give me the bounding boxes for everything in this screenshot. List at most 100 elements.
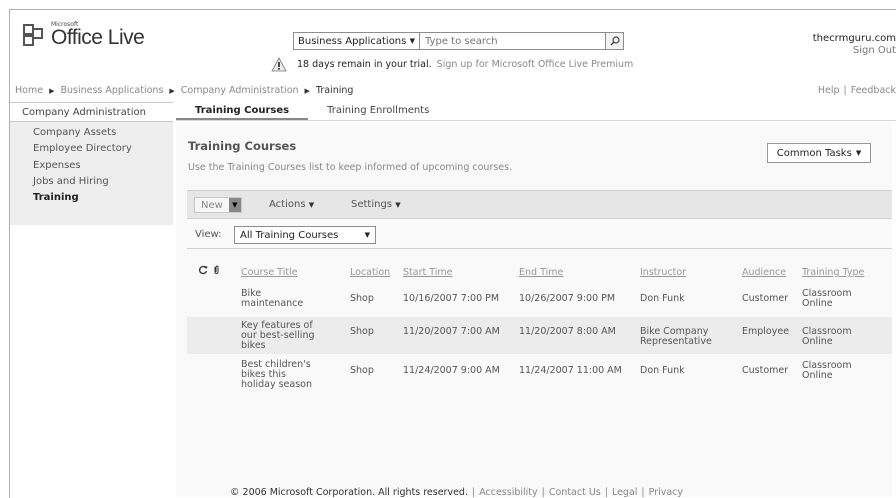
col-course-title[interactable]: Course Title (241, 268, 298, 278)
page-title: Training Courses (188, 139, 297, 153)
breadcrumb-current: Training (315, 85, 354, 96)
tab-training-courses[interactable]: Training Courses (176, 102, 309, 120)
footer-link-privacy[interactable]: Privacy (649, 487, 683, 498)
table-header-row: Course Title Location Start Time End Tim… (187, 258, 892, 278)
refresh-icon[interactable] (198, 265, 208, 275)
new-label: New (201, 199, 223, 211)
end-time: 10/26/2007 9:00 PM (519, 293, 616, 304)
dropdown-arrow-icon: ▼ (395, 201, 401, 209)
breadcrumb-company-administration[interactable]: Company Administration (181, 85, 299, 96)
dropdown-arrow-icon: ▼ (409, 37, 415, 45)
view-bar: View: All Training Courses ▼ (187, 220, 892, 249)
logo-small-text: Microsoft (51, 21, 79, 28)
end-time: 11/24/2007 11:00 AM (519, 365, 622, 376)
training-type: Classroom Online (802, 288, 852, 309)
course-title[interactable]: Bike maintenance (241, 289, 303, 309)
attachment-icon (214, 265, 219, 274)
breadcrumb-business-applications[interactable]: Business Applications (60, 85, 163, 96)
audience: Customer (742, 365, 789, 376)
course-title[interactable]: Best children's bikes this holiday season (241, 360, 312, 390)
location: Shop (350, 293, 374, 304)
search-input[interactable] (420, 32, 606, 50)
tab-bar: Training Courses Training Enrollments (176, 102, 896, 121)
training-type: Classroom Online (802, 326, 852, 347)
trial-notice: 18 days remain in your trial. Sign up fo… (271, 57, 633, 72)
breadcrumb: Home ▶ Business Applications ▶ Company A… (15, 85, 353, 96)
copyright-text: © 2006 Microsoft Corporation. All rights… (230, 487, 468, 498)
left-nav: Company Administration Company Assets Em… (10, 102, 173, 225)
new-dropdown-arrow-icon[interactable]: ▼ (228, 198, 241, 212)
col-audience[interactable]: Audience (742, 268, 786, 278)
actions-label: Actions (269, 199, 306, 210)
col-end-time[interactable]: End Time (519, 268, 563, 278)
start-time: 11/24/2007 9:00 AM (403, 365, 500, 376)
top-links: Help | Feedback (817, 85, 896, 96)
view-label: View: (195, 229, 222, 240)
settings-label: Settings (351, 199, 393, 210)
nav-item-expenses[interactable]: Expenses (10, 158, 173, 174)
feedback-link[interactable]: Feedback (851, 85, 896, 96)
course-title[interactable]: Key features of our best-selling bikes (241, 321, 315, 351)
trial-signup-link[interactable]: Sign up for Microsoft Office Live Premiu… (437, 59, 634, 70)
breadcrumb-separator-icon: ▶ (304, 86, 310, 95)
search-scope-select[interactable]: Business Applications ▼ (293, 32, 420, 50)
app-frame: Microsoft Office Live Business Applicati… (9, 9, 896, 498)
view-selected-value: All Training Courses (240, 229, 339, 241)
footer-link-accessibility[interactable]: Accessibility (479, 487, 537, 498)
instructor: Don Funk (640, 365, 685, 376)
nav-item-training[interactable]: Training (10, 190, 173, 206)
audience: Customer (742, 293, 789, 304)
tab-training-enrollments[interactable]: Training Enrollments (308, 102, 448, 120)
warning-icon (271, 57, 287, 72)
breadcrumb-separator-icon: ▶ (169, 86, 175, 95)
footer: © 2006 Microsoft Corporation. All rights… (230, 487, 684, 498)
left-nav-header[interactable]: Company Administration (10, 103, 173, 122)
breadcrumb-home[interactable]: Home (15, 85, 43, 96)
location: Shop (350, 365, 374, 376)
logo-text: Office Live (51, 26, 145, 49)
search-scope-label: Business Applications (298, 35, 407, 47)
breadcrumb-separator-icon: ▶ (49, 86, 55, 95)
training-type: Classroom Online (802, 360, 852, 381)
table-row[interactable]: Key features of our best-selling bikes Sho… (187, 317, 892, 354)
col-location[interactable]: Location (350, 268, 390, 278)
col-training-type[interactable]: Training Type (802, 268, 864, 278)
footer-link-legal[interactable]: Legal (612, 487, 637, 498)
trial-message: 18 days remain in your trial. (297, 59, 432, 70)
page-description: Use the Training Courses list to keep in… (188, 162, 513, 173)
end-time: 11/20/2007 8:00 AM (519, 326, 616, 337)
footer-link-contact-us[interactable]: Contact Us (549, 487, 601, 498)
col-start-time[interactable]: Start Time (403, 268, 452, 278)
user-area: thecrmguru.com Sign Out (813, 33, 896, 57)
nav-item-company-assets[interactable]: Company Assets (10, 125, 173, 141)
office-live-logo[interactable]: Microsoft Office Live (23, 21, 145, 50)
header-icons (198, 265, 220, 275)
view-select[interactable]: All Training Courses ▼ (234, 226, 376, 244)
dropdown-arrow-icon: ▼ (855, 149, 862, 157)
start-time: 10/16/2007 7:00 PM (403, 293, 500, 304)
common-tasks-label: Common Tasks (776, 147, 852, 159)
help-link[interactable]: Help (818, 85, 840, 96)
sign-out-link[interactable]: Sign Out (813, 45, 896, 57)
search-icon (610, 36, 620, 46)
office-logo-icon: Microsoft (23, 21, 78, 48)
location: Shop (350, 326, 374, 337)
settings-menu[interactable]: Settings ▼ (351, 199, 401, 210)
start-time: 11/20/2007 7:00 AM (403, 326, 500, 337)
actions-menu[interactable]: Actions ▼ (269, 199, 314, 210)
nav-item-employee-directory[interactable]: Employee Directory (10, 141, 173, 157)
dropdown-arrow-icon: ▼ (364, 231, 370, 239)
common-tasks-button[interactable]: Common Tasks ▼ (767, 143, 871, 163)
new-button[interactable]: New ▼ (194, 197, 242, 213)
search-bar: Business Applications ▼ (293, 32, 624, 50)
col-instructor[interactable]: Instructor (640, 268, 686, 278)
search-button[interactable] (606, 32, 624, 50)
dropdown-arrow-icon: ▼ (308, 201, 315, 209)
list-toolbar: New ▼ Actions ▼ Settings ▼ (187, 190, 892, 219)
audience: Employee (742, 326, 790, 337)
table-row[interactable]: Bike maintenance Shop 10/16/2007 7:00 PM … (187, 284, 892, 316)
table-row[interactable]: Best children's bikes this holiday season … (187, 356, 892, 396)
nav-item-jobs-and-hiring[interactable]: Jobs and Hiring (10, 174, 173, 190)
instructor: Bike Company Representative (640, 326, 712, 347)
user-name: thecrmguru.com (812, 33, 896, 44)
